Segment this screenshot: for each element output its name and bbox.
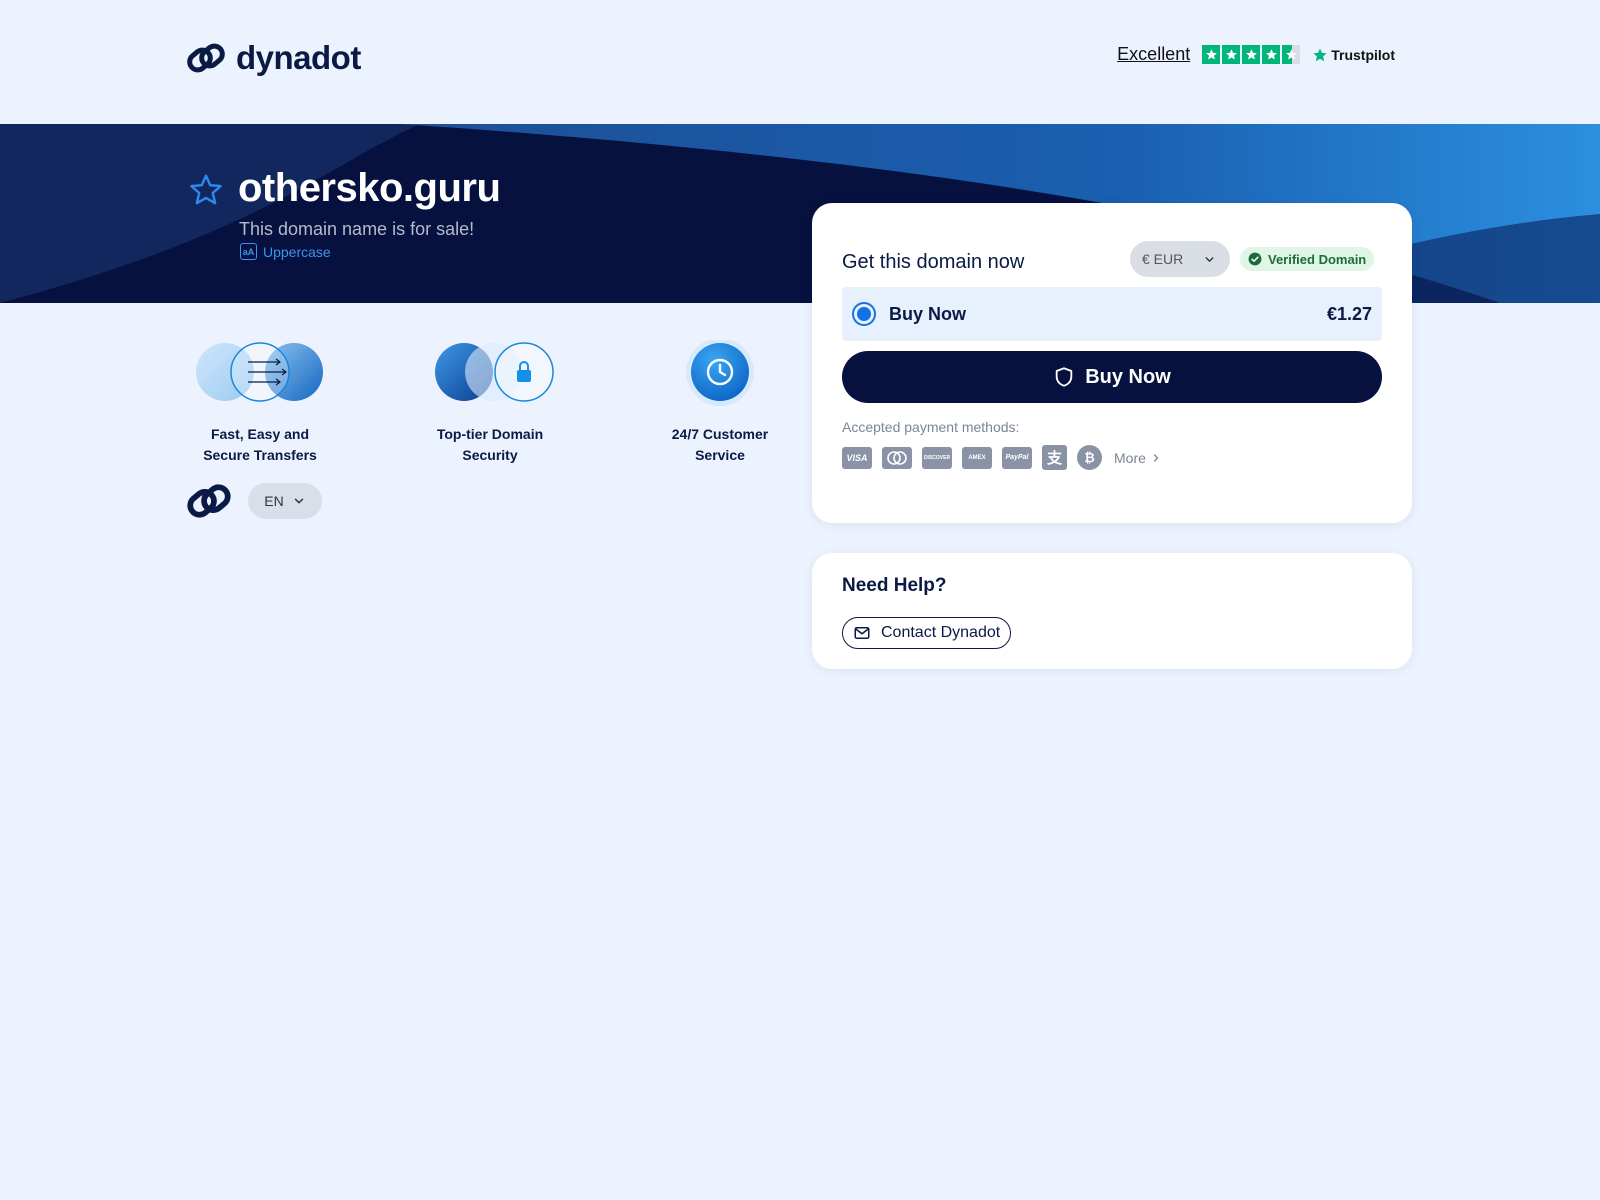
language-selector[interactable]: EN	[248, 483, 322, 519]
feature-support: 24/7 Customer Service	[640, 338, 800, 466]
trustpilot-widget[interactable]: Excellent Trustpilot	[1117, 44, 1395, 65]
feature-security-label: Top-tier Domain Security	[436, 426, 544, 463]
for-sale-subtitle: This domain name is for sale!	[239, 219, 475, 239]
verified-domain-badge: Verified Domain	[1240, 247, 1375, 271]
star-icon	[1242, 45, 1261, 64]
alipay-icon: 支	[1042, 445, 1067, 470]
uppercase-toggle[interactable]: aA Uppercase	[240, 243, 331, 260]
contact-button[interactable]: Contact Dynadot	[842, 617, 1012, 649]
option-price: €1.27	[1326, 303, 1372, 324]
text-case-icon: aA	[240, 243, 257, 260]
paypal-icon: PayPal	[1002, 446, 1032, 469]
chain-link-icon	[187, 43, 225, 73]
verified-label: Verified Domain	[1268, 251, 1367, 267]
buy-now-button[interactable]: Buy Now	[842, 351, 1382, 403]
chain-link-icon	[187, 484, 231, 518]
amex-icon: AMEX	[962, 446, 992, 469]
lock-icon	[410, 340, 570, 410]
clock-icon	[640, 338, 800, 410]
trustpilot-logo: Trustpilot	[1312, 47, 1395, 63]
purchase-title: Get this domain now	[842, 251, 1025, 273]
purchase-card: Get this domain now € EUR Verified Domai…	[812, 203, 1412, 523]
check-circle-icon	[1248, 252, 1262, 266]
payment-methods-label: Accepted payment methods:	[842, 419, 1020, 435]
mastercard-icon	[882, 446, 912, 469]
brand-name: dynadot	[236, 39, 361, 76]
dynadot-logo[interactable]: dynadot	[186, 38, 361, 78]
buy-now-button-label: Buy Now	[1085, 365, 1171, 388]
mail-icon	[854, 627, 870, 639]
currency-selector[interactable]: € EUR	[1130, 241, 1230, 277]
trustpilot-rating-label[interactable]: Excellent	[1117, 44, 1190, 65]
feature-transfers-label: Fast, Easy and Secure Transfers	[203, 426, 317, 463]
language-value: EN	[264, 493, 284, 509]
visa-icon: VISA	[842, 446, 872, 469]
option-label: Buy Now	[889, 303, 967, 324]
feature-transfers: Fast, Easy and Secure Transfers	[180, 340, 340, 466]
feature-list: Fast, Easy and Secure Transfers Top-tier…	[180, 338, 820, 470]
uppercase-label: Uppercase	[263, 243, 331, 260]
star-icon	[1202, 45, 1221, 64]
currency-value: € EUR	[1142, 251, 1184, 267]
star-icon	[1222, 45, 1241, 64]
more-payment-methods-link[interactable]: More	[1114, 450, 1162, 466]
site-header: dynadot Excellent Trustpilot	[0, 0, 1600, 124]
bitcoin-icon: ₿	[1077, 445, 1102, 470]
feature-security: Top-tier Domain Security	[410, 340, 570, 466]
buy-now-radio[interactable]	[852, 302, 876, 326]
trustpilot-star-icon	[1313, 47, 1327, 61]
chevron-down-icon	[294, 498, 303, 504]
footer-brand-row: EN	[186, 478, 322, 524]
discover-icon: DISCOVER	[922, 446, 952, 469]
help-card: Need Help? Contact Dynadot	[812, 553, 1412, 669]
payment-methods-list: VISA DISCOVER AMEX PayPal 支 ₿ More	[842, 445, 1162, 470]
star-icon	[1262, 45, 1281, 64]
domain-name: othersko.guru	[238, 166, 501, 210]
more-label: More	[1114, 449, 1146, 466]
help-title: Need Help?	[842, 575, 947, 596]
transfer-icon	[180, 340, 340, 410]
trustpilot-provider: Trustpilot	[1331, 46, 1395, 63]
chevron-right-icon	[1153, 453, 1159, 462]
radio-selected-dot	[857, 307, 871, 321]
half-star-icon	[1282, 45, 1301, 64]
buy-now-option[interactable]: Buy Now €1.27	[842, 287, 1382, 341]
feature-support-label: 24/7 Customer Service	[671, 426, 769, 463]
chevron-down-icon	[1205, 256, 1214, 262]
contact-label: Contact Dynadot	[881, 624, 1001, 641]
shield-icon	[1055, 367, 1073, 387]
favorite-star-icon[interactable]	[188, 172, 224, 208]
trustpilot-stars	[1202, 45, 1301, 64]
